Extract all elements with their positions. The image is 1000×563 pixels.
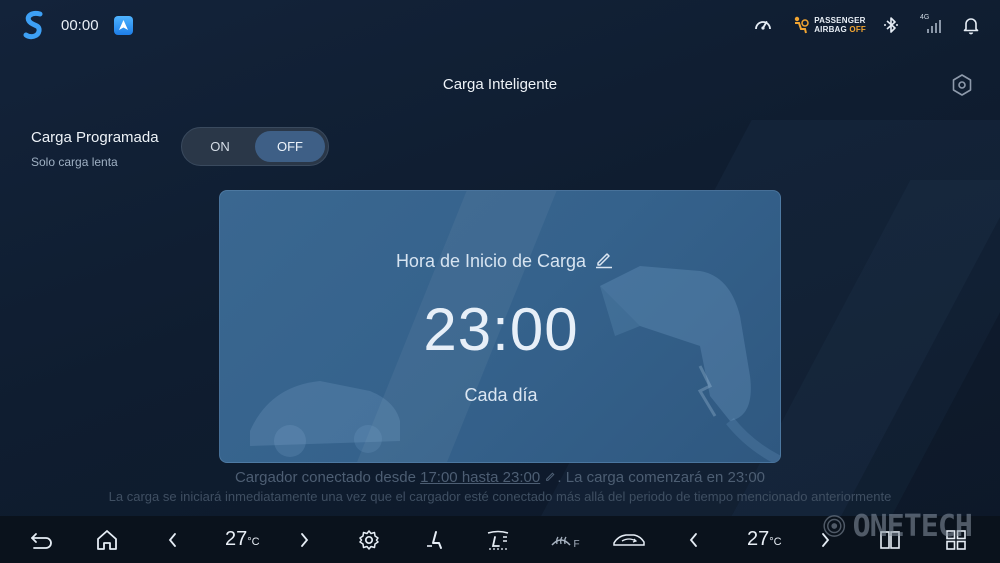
temp-left-value: 27 — [225, 528, 248, 550]
back-icon — [31, 533, 52, 549]
recirculation-button[interactable] — [612, 527, 646, 553]
toggle-off-option[interactable]: OFF — [255, 131, 325, 162]
app-logo-icon[interactable] — [22, 10, 46, 40]
rear-defrost-button[interactable]: F — [550, 527, 580, 553]
car-illustration-icon — [250, 381, 400, 457]
chevron-left-icon — [168, 533, 176, 547]
toggle-on-option[interactable]: ON — [185, 131, 255, 162]
temp-left-unit: °C — [247, 536, 260, 548]
charge-start-label: Hora de Inicio de Carga — [395, 251, 587, 271]
climate-settings-button[interactable] — [356, 527, 382, 553]
airbag-icon — [794, 16, 809, 34]
passenger-airbag-indicator: PASSENGER AIRBAG OFF — [792, 15, 866, 35]
seat-heating-button[interactable] — [421, 527, 447, 553]
chevron-right-icon — [301, 533, 309, 547]
airbag-label-line2: AIRBAG — [814, 25, 847, 34]
charge-repeat-label: Cada día — [464, 385, 538, 405]
scheduled-charging-toggle[interactable]: ON OFF — [181, 127, 329, 166]
bluetooth-icon — [884, 17, 898, 33]
temp-right-display: 27°C — [747, 528, 782, 551]
charging-note: La carga se iniciará inmediatamente una … — [108, 489, 892, 504]
charger-window-link[interactable]: 17:00 hasta 23:00 — [420, 469, 540, 486]
status-icons: PASSENGER AIRBAG OFF 4G — [752, 12, 982, 38]
signal-indicator: 4G — [920, 14, 942, 36]
home-button[interactable] — [94, 527, 120, 553]
back-button[interactable] — [29, 527, 55, 553]
edit-icon[interactable] — [594, 249, 614, 269]
charger-connected-info: Cargador conectado desde 17:00 hasta 23:… — [0, 469, 1000, 486]
airflow-mode-button[interactable] — [485, 527, 511, 553]
edit-window-icon[interactable] — [544, 470, 557, 483]
gear-icon — [359, 530, 379, 550]
bell-icon[interactable] — [960, 14, 982, 36]
scheduled-charging-subtitle: Solo carga lenta — [31, 155, 118, 169]
info-prefix: Cargador conectado desde — [234, 469, 416, 486]
temp-right-unit: °C — [769, 536, 782, 548]
android-auto-icon[interactable] — [114, 16, 133, 35]
seat-icon — [427, 531, 442, 549]
scheduled-charging-title: Carga Programada — [31, 129, 159, 146]
signal-icon — [927, 20, 941, 33]
watermark-text: ONETECH — [852, 508, 973, 544]
status-clock: 00:00 — [61, 17, 99, 34]
temp-right-decrease-button[interactable] — [681, 527, 707, 553]
charge-start-card[interactable]: Hora de Inicio de Carga 23:00 Cada día — [219, 190, 781, 463]
home-icon — [97, 530, 117, 550]
status-bar: 00:00 PASSENGER AIRBAG OFF 4G — [0, 0, 1000, 50]
settings-icon[interactable] — [950, 73, 974, 97]
info-suffix: . La carga comenzará en 23:00 — [557, 469, 766, 486]
onetech-watermark: ONETECH — [822, 506, 973, 546]
temp-left-increase-button[interactable] — [291, 527, 317, 553]
airflow-icon — [487, 530, 509, 550]
chevron-left-icon — [689, 533, 697, 547]
temp-right-value: 27 — [747, 528, 770, 550]
temp-left-decrease-button[interactable] — [160, 527, 186, 553]
airbag-state: OFF — [849, 25, 866, 34]
page-title: Carga Inteligente — [442, 76, 558, 93]
tachometer-icon — [755, 21, 772, 30]
defrost-icon — [551, 536, 571, 546]
temp-left-display: 27°C — [225, 528, 260, 551]
watermark-logo-icon — [823, 515, 846, 537]
charge-start-time[interactable]: 23:00 — [220, 295, 780, 364]
defrost-label: F — [573, 538, 580, 550]
car-recirculation-icon — [613, 534, 645, 546]
airbag-label-line1: PASSENGER — [814, 16, 866, 25]
